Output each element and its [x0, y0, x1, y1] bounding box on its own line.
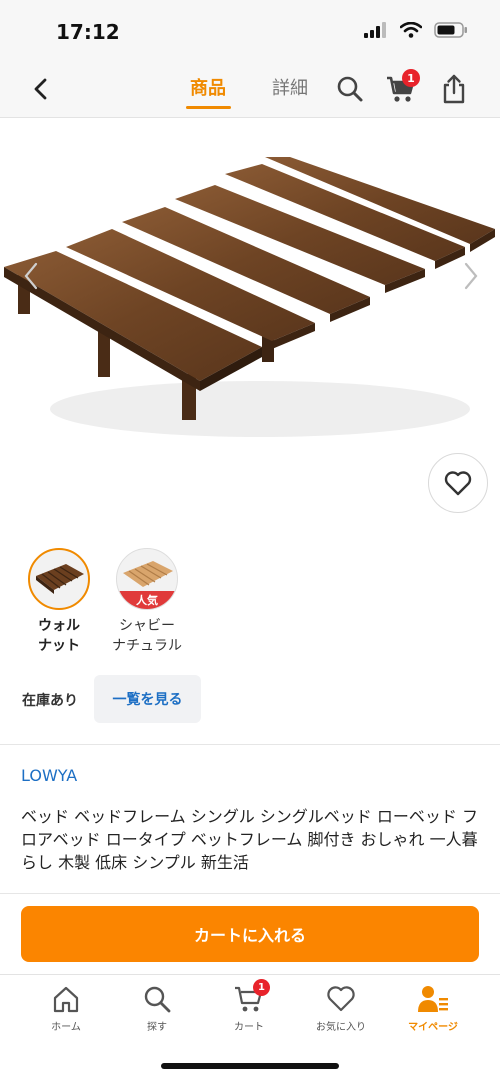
divider [0, 744, 500, 745]
add-to-cart-button[interactable]: カートに入れる [21, 906, 479, 962]
tab-label: カート [234, 1022, 264, 1033]
home-indicator [161, 1063, 339, 1069]
cart-badge: 1 [402, 69, 420, 87]
variant-walnut[interactable]: ウォル ナット [24, 548, 94, 656]
heart-icon [444, 471, 472, 496]
carousel-next-button[interactable] [458, 258, 484, 294]
tab-detail[interactable]: 詳細 [272, 74, 308, 100]
tab-label: ホーム [51, 1022, 81, 1033]
signal-icon [364, 22, 386, 38]
wifi-icon [400, 22, 422, 38]
status-time: 17:12 [56, 20, 120, 44]
product-image [0, 119, 500, 529]
battery-icon [434, 22, 467, 38]
home-icon [53, 986, 79, 1013]
tab-search[interactable]: 探す [117, 983, 197, 1033]
carousel-prev-button[interactable] [18, 258, 44, 294]
search-icon [337, 76, 363, 102]
tab-product[interactable]: 商品 [190, 74, 226, 100]
cart-button[interactable]: 1 [384, 69, 420, 106]
tab-label: 探す [147, 1022, 167, 1033]
chevron-right-icon [464, 262, 478, 290]
tab-label: お気に入り [316, 1022, 366, 1033]
variant-label: シャビー ナチュラル [112, 618, 182, 654]
active-tab-underline [186, 106, 231, 109]
tab-cart[interactable]: 1 カート [209, 979, 289, 1033]
user-icon [418, 986, 448, 1012]
favorite-button[interactable] [428, 453, 488, 513]
bed-frame-image [4, 157, 495, 437]
variant-thumbnail [28, 548, 90, 610]
chevron-left-icon [34, 78, 47, 100]
tab-favorites[interactable]: お気に入り [301, 983, 381, 1033]
brand-link[interactable]: LOWYA [21, 766, 77, 785]
product-title: ベッド ベッドフレーム シングル シングルベッド ローベッド フロアベッド ロー… [21, 807, 478, 872]
tab-label: マイページ [408, 1022, 458, 1033]
share-icon [443, 74, 465, 104]
heart-icon [327, 986, 355, 1012]
walnut-bed-thumbnail [36, 564, 84, 594]
tab-home[interactable]: ホーム [26, 983, 106, 1033]
nav-header: 商品 詳細 1 [0, 64, 500, 118]
divider [0, 893, 500, 894]
status-icons [364, 22, 468, 38]
product-page: 17:12 商品 詳細 1 ウォル ナット 人気 シャビー ナチュラル 在庫あり… [0, 0, 500, 1080]
cart-badge: 1 [253, 979, 270, 996]
back-button[interactable] [26, 74, 56, 104]
tab-mypage[interactable]: マイページ [393, 983, 473, 1033]
chevron-left-icon [24, 262, 38, 290]
search-icon [144, 986, 171, 1013]
variant-thumbnail: 人気 [116, 548, 178, 610]
share-button[interactable] [437, 72, 471, 106]
stock-status: 在庫あり [22, 693, 78, 709]
variant-label: ウォル ナット [38, 618, 80, 654]
status-bar: 17:12 [0, 0, 500, 64]
search-button[interactable] [333, 72, 367, 106]
view-list-button[interactable]: 一覧を見る [94, 675, 201, 723]
variant-shabby-natural[interactable]: 人気 シャビー ナチュラル [112, 548, 182, 656]
popular-badge: 人気 [117, 591, 177, 609]
